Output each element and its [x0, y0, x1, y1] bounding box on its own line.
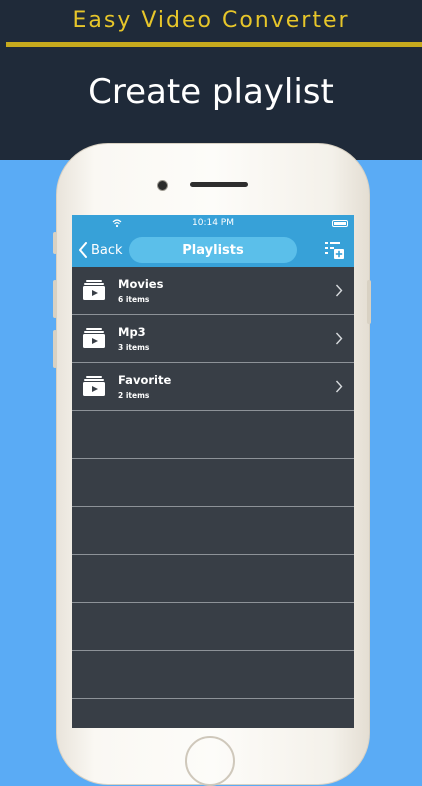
- video-folder-icon: [83, 328, 105, 348]
- playlist-name: Favorite: [118, 373, 172, 387]
- playlist-name: Mp3: [118, 325, 146, 339]
- video-folder-icon: [83, 376, 105, 396]
- add-playlist-icon[interactable]: [324, 240, 344, 260]
- mute-switch: [53, 232, 57, 254]
- empty-row: [72, 507, 354, 555]
- volume-up-button: [53, 280, 57, 318]
- app-name: Easy Video Converter: [72, 8, 350, 33]
- video-folder-icon: [83, 280, 105, 300]
- app-screen: 10:14 PM Back Playlists Movies 6 items M…: [72, 215, 354, 728]
- back-button[interactable]: Back: [78, 237, 123, 263]
- banner-divider: [6, 42, 422, 47]
- playlist-row-mp3[interactable]: Mp3 3 items: [72, 315, 354, 363]
- playlist-row-movies[interactable]: Movies 6 items: [72, 267, 354, 315]
- home-button: [185, 736, 235, 786]
- playlist-count: 2 items: [118, 391, 150, 400]
- playlist-count: 3 items: [118, 343, 150, 352]
- nav-bar: Back Playlists: [72, 233, 354, 267]
- promo-banner: Easy Video Converter Create playlist: [0, 0, 422, 160]
- playlist-count: 6 items: [118, 295, 150, 304]
- empty-row: [72, 555, 354, 603]
- volume-down-button: [53, 330, 57, 368]
- playlist-row-favorite[interactable]: Favorite 2 items: [72, 363, 354, 411]
- empty-row: [72, 459, 354, 507]
- nav-title: Playlists: [129, 237, 297, 263]
- chevron-right-icon: [335, 284, 343, 297]
- empty-row: [72, 603, 354, 651]
- promo-tagline: Create playlist: [88, 72, 334, 112]
- status-bar: 10:14 PM: [72, 215, 354, 233]
- front-camera: [157, 180, 168, 191]
- chevron-right-icon: [335, 380, 343, 393]
- chevron-right-icon: [335, 332, 343, 345]
- playlist-name: Movies: [118, 277, 164, 291]
- chevron-left-icon: [79, 242, 87, 258]
- power-button: [367, 280, 371, 324]
- battery-icon: [332, 220, 348, 227]
- empty-row: [72, 651, 354, 699]
- status-time: 10:14 PM: [192, 218, 234, 228]
- back-label: Back: [91, 242, 123, 258]
- earpiece-speaker: [190, 182, 248, 187]
- playlist-list: Movies 6 items Mp3 3 items Favorite 2 it…: [72, 267, 354, 699]
- empty-row: [72, 411, 354, 459]
